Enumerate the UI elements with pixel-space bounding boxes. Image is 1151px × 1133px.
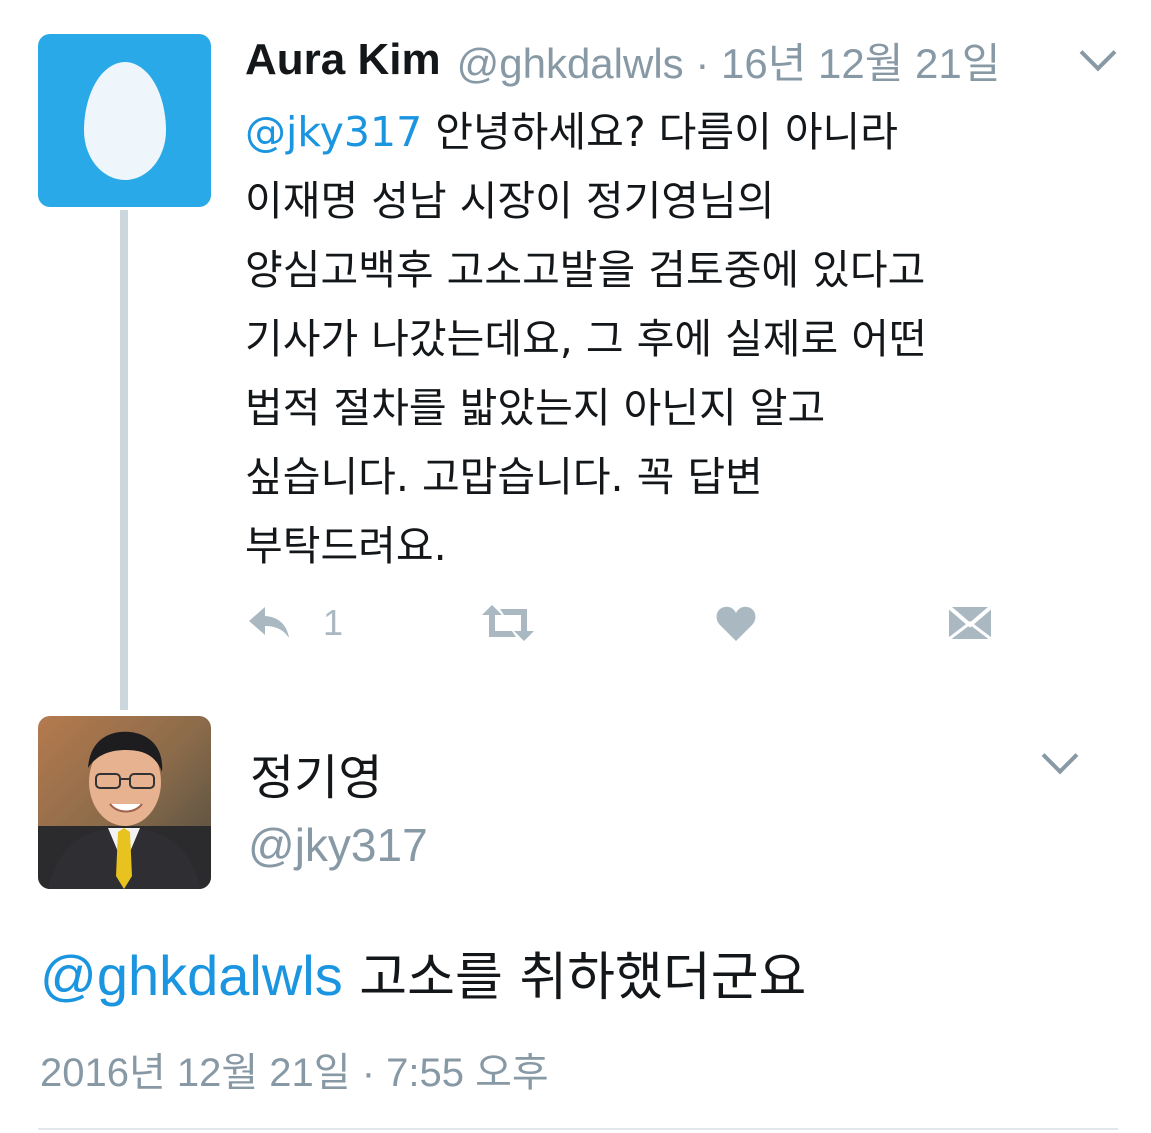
tweet-actions: 1 <box>245 598 1005 648</box>
tweet-text: @jky317 안녕하세요? 다름이 아니라 이재명 성남 시장이 정기영님의 … <box>245 98 1125 581</box>
reply-display-name[interactable]: 정기영 <box>250 738 382 808</box>
reply-count: 1 <box>323 602 344 643</box>
tweet-text-line: @jky317 안녕하세요? 다름이 아니라 <box>245 98 1125 167</box>
display-name[interactable]: Aura Kim <box>245 35 441 85</box>
retweet-icon <box>482 605 534 641</box>
tweet-header: Aura Kim @ghkdalwls · 16년 12월 21일 <box>245 30 1000 90</box>
reply-handle[interactable]: @jky317 <box>248 818 428 872</box>
reply-button[interactable]: 1 <box>245 598 343 648</box>
tweet-text-line: 기사가 나갔는데요, 그 후에 실제로 어떤 <box>245 315 927 363</box>
tweet-text-line: 이재명 성남 시장이 정기영님의 <box>245 177 775 225</box>
retweet-button[interactable] <box>478 598 538 648</box>
heart-icon <box>716 606 756 641</box>
reply-icon <box>249 607 289 638</box>
tweet-text-line: 법적 절차를 밟았는지 아닌지 알고 <box>245 384 826 432</box>
profile-photo <box>38 716 211 889</box>
reply-tweet-text: @ghkdalwls 고소를 취하했더군요 <box>40 935 806 1010</box>
thread-connector-line <box>120 210 128 710</box>
tweet-timestamp[interactable]: 2016년 12월 21일 · 7:55 오후 <box>40 1040 549 1098</box>
egg-avatar-icon <box>84 62 166 180</box>
chevron-down-icon[interactable] <box>1041 737 1079 775</box>
avatar-aura-kim[interactable] <box>38 34 211 207</box>
handle-and-date[interactable]: @ghkdalwls · 16년 12월 21일 <box>457 30 1001 91</box>
tweet-text-line: 양심고백후 고소고발을 검토중에 있다고 <box>245 246 926 294</box>
tweet-text-line: 부탁드려요. <box>245 522 447 570</box>
divider <box>38 1128 1118 1130</box>
mention-link[interactable]: @jky317 <box>245 108 422 156</box>
chevron-down-icon[interactable] <box>1079 34 1117 72</box>
direct-message-button[interactable] <box>947 598 993 648</box>
tweet-text-segment: 안녕하세요? 다름이 아니라 <box>422 108 898 156</box>
reply-text-segment: 고소를 취하했더군요 <box>342 948 807 1008</box>
tweet-text-line: 싶습니다. 고맙습니다. 꼭 답변 <box>245 453 763 501</box>
envelope-icon <box>947 605 993 641</box>
like-button[interactable] <box>715 598 757 648</box>
avatar-jky317[interactable] <box>38 716 211 889</box>
mention-link[interactable]: @ghkdalwls <box>40 944 343 1007</box>
